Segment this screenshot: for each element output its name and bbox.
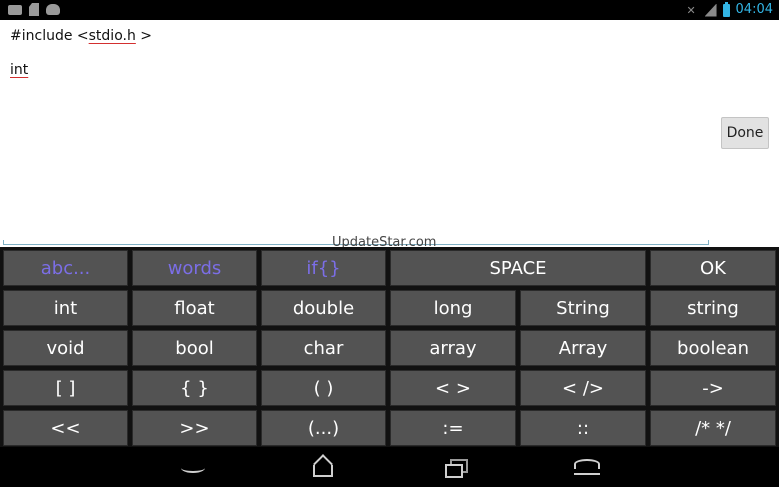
code-line-int: int <box>10 62 28 78</box>
notification-icons <box>8 3 60 16</box>
key-space[interactable]: SPACE <box>390 250 646 286</box>
keyboard-hide-icon[interactable] <box>572 455 602 479</box>
done-button[interactable]: Done <box>721 117 769 149</box>
misspelled-word: stdio.h <box>88 28 136 44</box>
key-Array[interactable]: Array <box>520 330 646 366</box>
key-char[interactable]: char <box>261 330 386 366</box>
key-shift-right[interactable]: >> <box>132 410 257 446</box>
mute-icon: ✕ <box>686 3 696 17</box>
key-string[interactable]: string <box>650 290 776 326</box>
key-double[interactable]: double <box>261 290 386 326</box>
home-icon[interactable] <box>308 455 338 479</box>
key-words-mode[interactable]: words <box>132 250 257 286</box>
key-boolean[interactable]: boolean <box>650 330 776 366</box>
cat-icon <box>46 4 60 15</box>
recent-apps-icon[interactable] <box>442 455 472 479</box>
key-ok[interactable]: OK <box>650 250 776 286</box>
key-String[interactable]: String <box>520 290 646 326</box>
key-ellipsis-parens[interactable]: (...) <box>261 410 386 446</box>
system-icons: ✕ 04:04 <box>686 1 773 18</box>
signal-icon <box>704 3 717 17</box>
sd-card-icon <box>29 3 39 16</box>
key-assign[interactable]: := <box>390 410 516 446</box>
key-abc-mode[interactable]: abc... <box>3 250 128 286</box>
message-icon <box>8 5 22 15</box>
key-parentheses[interactable]: ( ) <box>261 370 386 406</box>
back-icon[interactable] <box>178 455 208 479</box>
key-arrow[interactable]: -> <box>650 370 776 406</box>
key-void[interactable]: void <box>3 330 128 366</box>
key-comment[interactable]: /* */ <box>650 410 776 446</box>
key-long[interactable]: long <box>390 290 516 326</box>
key-scope[interactable]: :: <box>520 410 646 446</box>
battery-icon <box>722 1 730 17</box>
code-editor[interactable]: #include <stdio.h > int Done UpdateStar.… <box>0 20 779 250</box>
key-int[interactable]: int <box>3 290 128 326</box>
status-bar: ✕ 04:04 <box>0 0 779 20</box>
code-text: #include < <box>10 28 89 44</box>
clock: 04:04 <box>735 2 773 17</box>
key-array[interactable]: array <box>390 330 516 366</box>
misspelled-word: int <box>10 62 29 78</box>
code-text: > <box>135 28 153 44</box>
key-angle-brackets[interactable]: < > <box>390 370 516 406</box>
code-line-include: #include <stdio.h > <box>10 28 152 44</box>
code-keyboard: abc... words if{} SPACE OK int float dou… <box>0 247 779 447</box>
key-shift-left[interactable]: << <box>3 410 128 446</box>
key-xml-tag[interactable]: < /> <box>520 370 646 406</box>
navigation-bar <box>0 447 779 487</box>
key-if-mode[interactable]: if{} <box>261 250 386 286</box>
key-bool[interactable]: bool <box>132 330 257 366</box>
key-braces[interactable]: { } <box>132 370 257 406</box>
key-brackets[interactable]: [ ] <box>3 370 128 406</box>
key-float[interactable]: float <box>132 290 257 326</box>
